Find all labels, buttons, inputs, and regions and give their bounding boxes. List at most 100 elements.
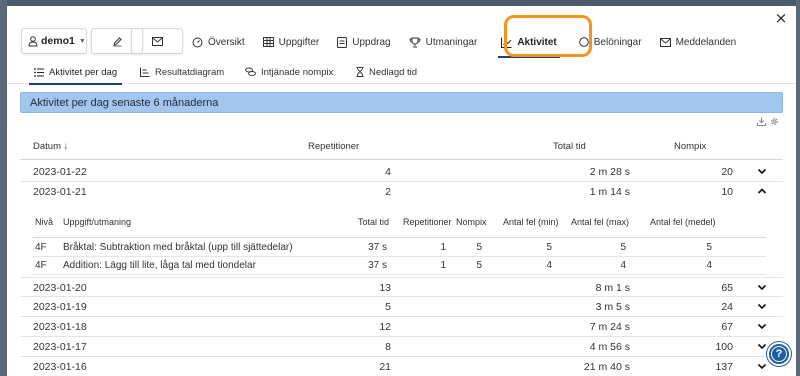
detail-header-total-time: Total tid	[358, 217, 390, 227]
row-nompix: 100	[715, 341, 733, 353]
help-button[interactable]: ?	[767, 342, 791, 366]
subtab-label: Nedlagd tid	[369, 66, 418, 78]
table-icon	[262, 37, 274, 47]
tab-uppdrag[interactable]: Uppdrag	[328, 24, 399, 60]
detail-repetitions: 1	[440, 260, 446, 271]
download-icon[interactable]	[757, 117, 766, 126]
tab-label: Uppgifter	[278, 36, 320, 48]
tab-uppgifter[interactable]: Uppgifter	[254, 24, 329, 60]
row-date: 2023-01-16	[33, 361, 87, 373]
header-total-time[interactable]: Total tid	[553, 141, 586, 152]
user-icon	[28, 35, 38, 46]
coins-icon	[245, 67, 256, 76]
table-row[interactable]: 2023-01-17 8 4 m 56 s 100	[20, 337, 783, 357]
detail-nompix: 5	[476, 260, 482, 271]
row-nompix: 65	[721, 282, 733, 294]
detail-err-max: 5	[620, 242, 626, 253]
row-repetitions: 13	[379, 282, 391, 294]
row-total-time: 7 m 24 s	[589, 321, 630, 333]
row-repetitions: 4	[385, 166, 391, 178]
table-row[interactable]: 2023-01-18 12 7 m 24 s 67	[20, 317, 783, 337]
detail-header-level: Nivå	[35, 217, 54, 227]
subtab-intjanade-nompix[interactable]: Intjänade nompix	[245, 60, 333, 84]
user-select-value: demo1	[41, 35, 75, 47]
chevron-down-icon[interactable]	[756, 281, 768, 293]
row-date: 2023-01-21	[33, 186, 87, 198]
tab-beloningar[interactable]: Belöningar	[570, 24, 651, 60]
detail-repetitions: 1	[440, 242, 446, 253]
row-total-time: 21 m 40 s	[583, 361, 630, 373]
message-button[interactable]	[131, 28, 183, 54]
subtab-aktivitet-per-dag[interactable]: Aktivitet per dag	[28, 60, 123, 85]
row-date: 2023-01-20	[33, 282, 87, 294]
detail-header-repetitions: Repetitioner	[403, 217, 452, 227]
tab-utmaningar[interactable]: Utmaningar	[400, 24, 487, 60]
gear-icon[interactable]	[770, 117, 779, 126]
backdrop-left	[0, 0, 7, 376]
table-row[interactable]: 2023-01-19 5 3 m 5 s 24	[20, 297, 783, 317]
question-icon: ?	[771, 346, 787, 362]
chevron-down-icon[interactable]	[756, 300, 768, 312]
content-panel: Aktivitet per dag senaste 6 månaderna Da…	[20, 92, 783, 376]
table-row[interactable]: 2023-01-21 2 1 m 14 s 10	[20, 182, 783, 202]
chart-line-icon	[140, 67, 150, 77]
tab-oversikt[interactable]: Översikt	[183, 24, 254, 60]
subtab-label: Intjänade nompix	[261, 66, 334, 78]
subtab-resultatdiagram[interactable]: Resultatdiagram	[140, 60, 224, 84]
detail-header-err-max: Antal fel (max)	[571, 217, 630, 227]
document-icon	[337, 36, 348, 48]
subtab-label: Resultatdiagram	[155, 66, 225, 78]
row-repetitions: 8	[385, 341, 391, 353]
list-icon	[34, 67, 44, 77]
pencil-icon	[112, 36, 122, 46]
envelope-icon	[151, 36, 163, 46]
chart-line-icon	[501, 37, 512, 48]
detail-level: 4F	[35, 260, 47, 271]
chevron-up-icon[interactable]	[756, 185, 768, 197]
row-date: 2023-01-19	[33, 301, 87, 313]
detail-err-min: 4	[546, 260, 552, 271]
table-row[interactable]: 2023-01-16 21 21 m 40 s 137	[20, 357, 783, 376]
top-toolbar: demo1 ▼ Översikt Uppgifter Uppdrag Utman…	[7, 24, 796, 60]
chevron-down-icon[interactable]	[756, 360, 768, 372]
row-total-time: 1 m 14 s	[589, 186, 630, 198]
row-total-time: 4 m 56 s	[589, 341, 630, 353]
circle-icon	[578, 37, 589, 47]
subtab-nedlagd-tid[interactable]: Nedlagd tid	[356, 60, 417, 84]
backdrop-right	[796, 0, 800, 376]
chevron-down-icon[interactable]	[756, 320, 768, 332]
tab-aktivitet[interactable]: Aktivitet	[492, 24, 565, 60]
table-row[interactable]: 2023-01-20 13 8 m 1 s 65	[20, 277, 783, 297]
tab-label: Aktivitet	[517, 36, 557, 48]
detail-header-nompix: Nompix	[456, 217, 487, 227]
sub-nav: Aktivitet per dag Resultatdiagram Intjän…	[7, 60, 796, 85]
detail-header-err-avg: Antal fel (medel)	[650, 217, 716, 227]
row-date: 2023-01-22	[33, 166, 87, 178]
hourglass-icon	[356, 67, 364, 77]
chevron-down-icon[interactable]	[756, 165, 768, 177]
trophy-icon	[409, 37, 421, 47]
panel-title: Aktivitet per dag senaste 6 månaderna	[30, 96, 219, 109]
row-nompix: 24	[721, 301, 733, 313]
detail-task: Bråktal: Subtraktion med bråktal (upp ti…	[63, 242, 293, 253]
activity-modal: × demo1 ▼ Översikt Uppgifter Uppdrag Utm…	[7, 6, 796, 376]
row-repetitions: 12	[379, 321, 391, 333]
table-row[interactable]: 2023-01-22 4 2 m 28 s 20	[20, 162, 783, 182]
user-select[interactable]: demo1 ▼	[21, 28, 87, 54]
row-total-time: 3 m 5 s	[595, 301, 630, 313]
chevron-down-icon[interactable]	[756, 340, 768, 352]
main-nav: Översikt Uppgifter Uppdrag Utmaningar Ak…	[183, 24, 745, 60]
detail-task: Addition: Lägg till lite, låga tal med t…	[63, 260, 256, 271]
tab-label: Utmaningar	[425, 36, 478, 48]
header-repetitions[interactable]: Repetitioner	[308, 141, 359, 152]
panel-header: Aktivitet per dag senaste 6 månaderna	[20, 92, 783, 113]
tab-meddelanden[interactable]: Meddelanden	[651, 24, 746, 60]
envelope-icon	[659, 37, 671, 47]
row-detail: Nivå Uppgift/utmaning Total tid Repetiti…	[33, 202, 766, 275]
header-date[interactable]: Datum ↓	[33, 141, 68, 152]
header-nompix[interactable]: Nompix	[674, 141, 706, 152]
table-header: Datum ↓ Repetitioner Total tid Nompix	[20, 132, 783, 160]
detail-err-avg: 5	[706, 242, 712, 253]
detail-header-task: Uppgift/utmaning	[63, 217, 132, 227]
tab-label: Uppdrag	[352, 36, 391, 48]
